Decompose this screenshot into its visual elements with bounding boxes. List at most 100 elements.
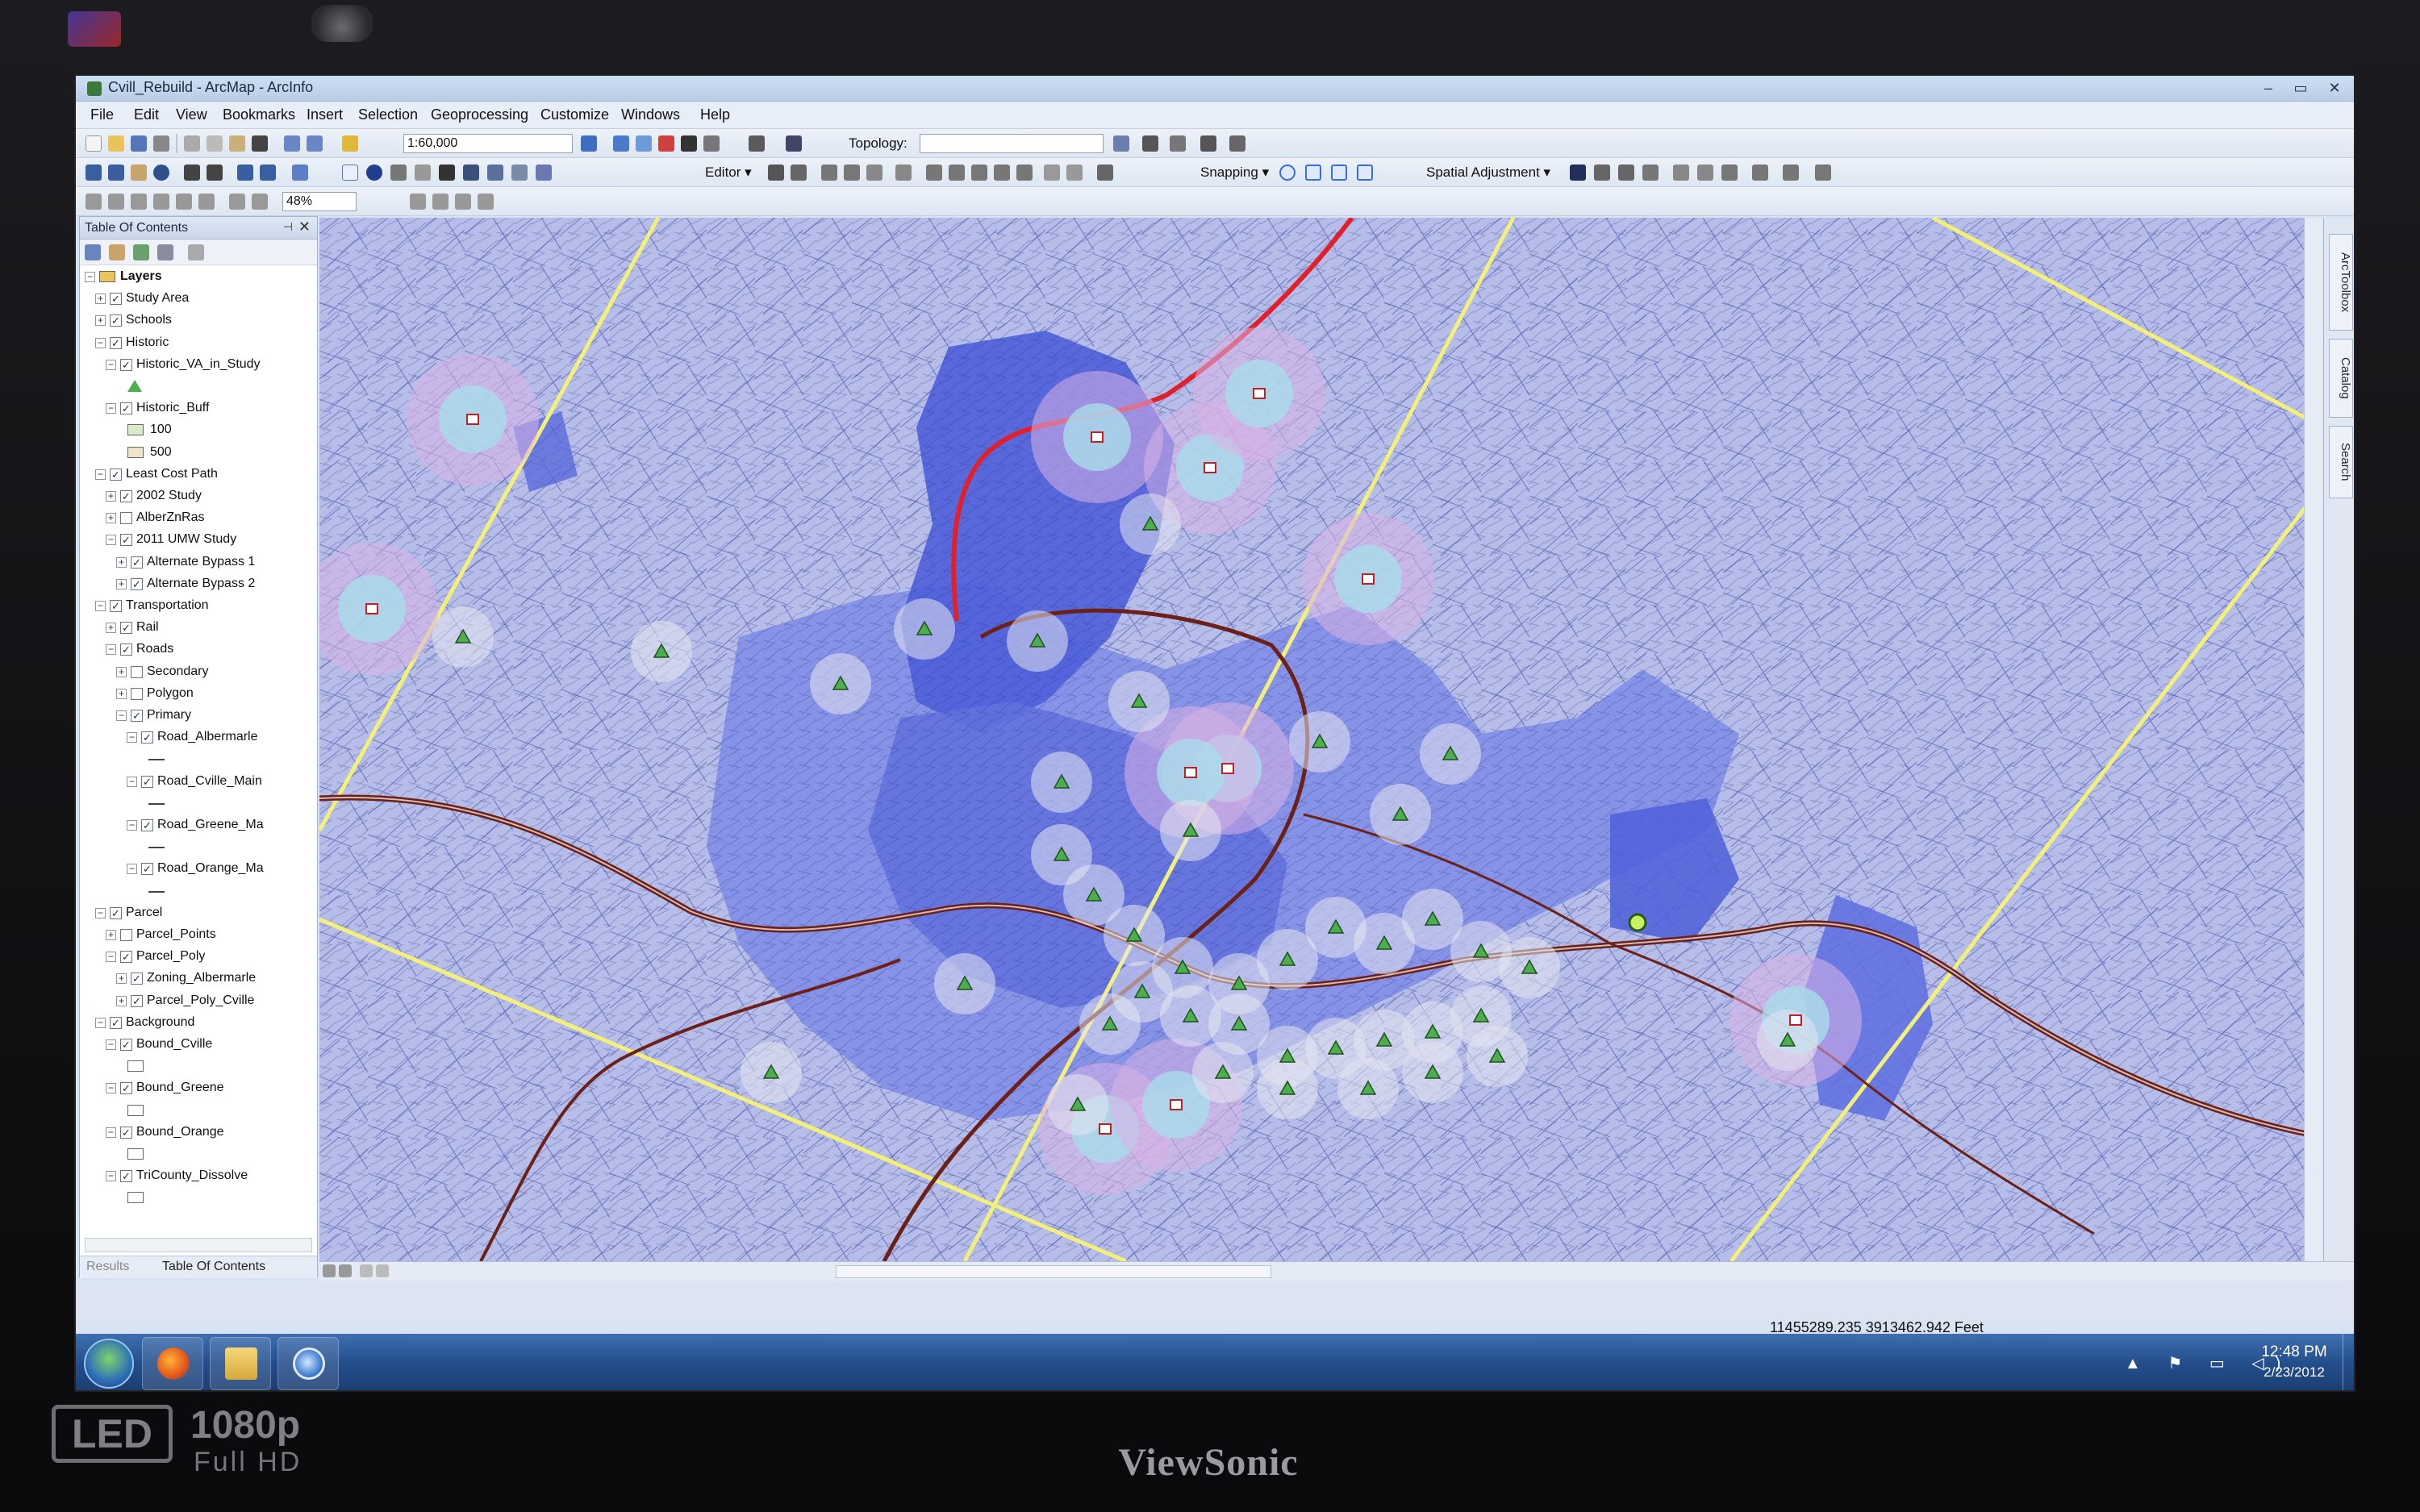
arctoolbox-tab[interactable]: ArcToolbox xyxy=(2329,234,2353,331)
editor-menu[interactable]: Editor ▾ xyxy=(705,165,752,181)
help-icon[interactable] xyxy=(786,135,802,152)
map-topology-icon[interactable] xyxy=(1142,135,1158,152)
layer-row[interactable]: − ✓ Road_Cville_Main xyxy=(80,772,319,793)
layout-forward-icon[interactable] xyxy=(252,194,268,210)
layer-row[interactable]: + ✓ Parcel_Poly_Cville xyxy=(80,991,319,1012)
clear-limited-adjustment-icon[interactable] xyxy=(1721,165,1738,181)
expand-icon[interactable]: + xyxy=(116,973,127,984)
layer-visibility-checkbox[interactable] xyxy=(131,666,143,678)
layer-row[interactable]: − ✓ 2011 UMW Study xyxy=(80,530,319,551)
table-of-contents-icon[interactable] xyxy=(613,135,629,152)
legend-symbol-row[interactable] xyxy=(80,1056,319,1077)
collapse-icon[interactable]: − xyxy=(106,1171,116,1181)
back-extent-icon[interactable] xyxy=(237,165,253,181)
menu-help[interactable]: Help xyxy=(700,106,730,123)
menu-insert[interactable]: Insert xyxy=(307,106,343,123)
legend-symbol-row[interactable] xyxy=(80,377,319,398)
layer-row[interactable]: − ✓ Background xyxy=(80,1013,319,1034)
pin-icon[interactable]: ⊣ xyxy=(283,220,293,234)
collapse-icon[interactable]: − xyxy=(127,777,137,787)
validate-topology-icon[interactable] xyxy=(1170,135,1186,152)
school-icon[interactable] xyxy=(1789,1014,1802,1026)
menu-selection[interactable]: Selection xyxy=(358,106,418,123)
select-features-icon[interactable] xyxy=(292,165,308,181)
layer-row[interactable]: + ✓ Alternate Bypass 2 xyxy=(80,574,319,595)
map-canvas[interactable] xyxy=(319,218,2323,1261)
map-scale-field[interactable]: 1:60,000 xyxy=(403,134,573,153)
layer-visibility-checkbox[interactable]: ✓ xyxy=(141,776,153,788)
layer-row[interactable]: − ✓ Roads xyxy=(80,639,319,660)
layer-row[interactable]: + Parcel_Points xyxy=(80,925,319,946)
layer-row[interactable]: − Layers xyxy=(80,267,319,288)
layout-zoom-field[interactable]: 48% xyxy=(282,192,357,211)
split-icon[interactable] xyxy=(994,165,1010,181)
school-icon[interactable] xyxy=(1184,767,1197,778)
zoom-in-icon[interactable] xyxy=(86,165,102,181)
edge-match-icon[interactable] xyxy=(1783,165,1799,181)
minimize-button[interactable]: – xyxy=(2254,79,2283,98)
collapse-icon[interactable]: − xyxy=(95,469,106,480)
point-snapping-icon[interactable] xyxy=(1279,165,1296,181)
layer-row[interactable]: + ✓ Alternate Bypass 1 xyxy=(80,552,319,573)
legend-symbol-row[interactable] xyxy=(80,1188,319,1209)
legend-symbol-row[interactable] xyxy=(80,881,319,902)
list-by-drawing-order-icon[interactable] xyxy=(85,244,101,260)
expand-icon[interactable]: + xyxy=(116,996,127,1006)
modify-link-icon[interactable] xyxy=(1618,165,1634,181)
map-view[interactable] xyxy=(319,218,2323,1261)
time-slider-icon[interactable] xyxy=(536,165,552,181)
maximize-button[interactable]: ▭ xyxy=(2286,79,2315,98)
layer-visibility-checkbox[interactable]: ✓ xyxy=(110,293,122,305)
layer-row[interactable]: − ✓ Bound_Orange xyxy=(80,1123,319,1143)
new-identity-link-icon[interactable] xyxy=(1673,165,1689,181)
layer-row[interactable]: − ✓ Historic_VA_in_Study xyxy=(80,355,319,376)
map-vertical-scrollbar[interactable] xyxy=(2304,218,2323,1261)
school-icon[interactable] xyxy=(1091,431,1104,443)
school-icon[interactable] xyxy=(1253,388,1266,399)
layer-row[interactable]: − ✓ Historic_Buff xyxy=(80,398,319,419)
layer-row[interactable]: − ✓ Bound_Greene xyxy=(80,1078,319,1099)
topology-tool-icon[interactable] xyxy=(1113,135,1129,152)
new-displacement-link-icon[interactable] xyxy=(1594,165,1610,181)
school-icon[interactable] xyxy=(1221,763,1234,774)
legend-symbol-row[interactable] xyxy=(80,1144,319,1165)
expand-icon[interactable]: + xyxy=(95,294,106,304)
hyperlink-icon[interactable] xyxy=(390,165,407,181)
layer-visibility-checkbox[interactable]: ✓ xyxy=(120,1039,132,1051)
menu-windows[interactable]: Windows xyxy=(621,106,680,123)
sketch-properties-icon[interactable] xyxy=(1066,165,1083,181)
menu-customize[interactable]: Customize xyxy=(540,106,609,123)
layer-visibility-checkbox[interactable]: ✓ xyxy=(110,469,122,481)
pan-hand-icon[interactable] xyxy=(131,165,147,181)
list-by-visibility-icon[interactable] xyxy=(133,244,149,260)
zoom-whole-page-icon[interactable] xyxy=(153,194,169,210)
school-icon[interactable] xyxy=(1170,1099,1183,1110)
layer-visibility-checkbox[interactable]: ✓ xyxy=(120,534,132,546)
straight-segment-icon[interactable] xyxy=(821,165,837,181)
layer-visibility-checkbox[interactable]: ✓ xyxy=(141,819,153,831)
copy-icon[interactable] xyxy=(207,135,223,152)
refresh-icon[interactable] xyxy=(360,1264,373,1277)
select-elements-arrow-icon[interactable] xyxy=(342,165,358,181)
layer-row[interactable]: + ✓ Study Area xyxy=(80,289,319,310)
menu-edit[interactable]: Edit xyxy=(134,106,159,123)
start-button[interactable] xyxy=(84,1339,134,1389)
delete-icon[interactable] xyxy=(252,135,268,152)
layer-visibility-checkbox[interactable]: ✓ xyxy=(120,1127,132,1139)
toc-options-icon[interactable] xyxy=(188,244,204,260)
save-icon[interactable] xyxy=(131,135,147,152)
collapse-icon[interactable]: − xyxy=(106,1083,116,1093)
cut-icon[interactable] xyxy=(184,135,200,152)
expand-icon[interactable]: + xyxy=(95,315,106,326)
data-driven-pages-icon[interactable] xyxy=(478,194,494,210)
select-elements-icon[interactable] xyxy=(1570,165,1586,181)
clock-date[interactable]: 2/23/2012 xyxy=(2254,1364,2334,1381)
layer-row[interactable]: − ✓ Parcel_Poly xyxy=(80,947,319,968)
menu-geoprocessing[interactable]: Geoprocessing xyxy=(431,106,528,123)
create-features-icon[interactable] xyxy=(1097,165,1113,181)
layer-visibility-checkbox[interactable]: ✓ xyxy=(110,907,122,919)
full-extent-icon[interactable] xyxy=(153,165,169,181)
toggle-draft-mode-icon[interactable] xyxy=(410,194,426,210)
fixed-zoom-in-icon[interactable] xyxy=(184,165,200,181)
collapse-icon[interactable]: − xyxy=(127,732,137,743)
